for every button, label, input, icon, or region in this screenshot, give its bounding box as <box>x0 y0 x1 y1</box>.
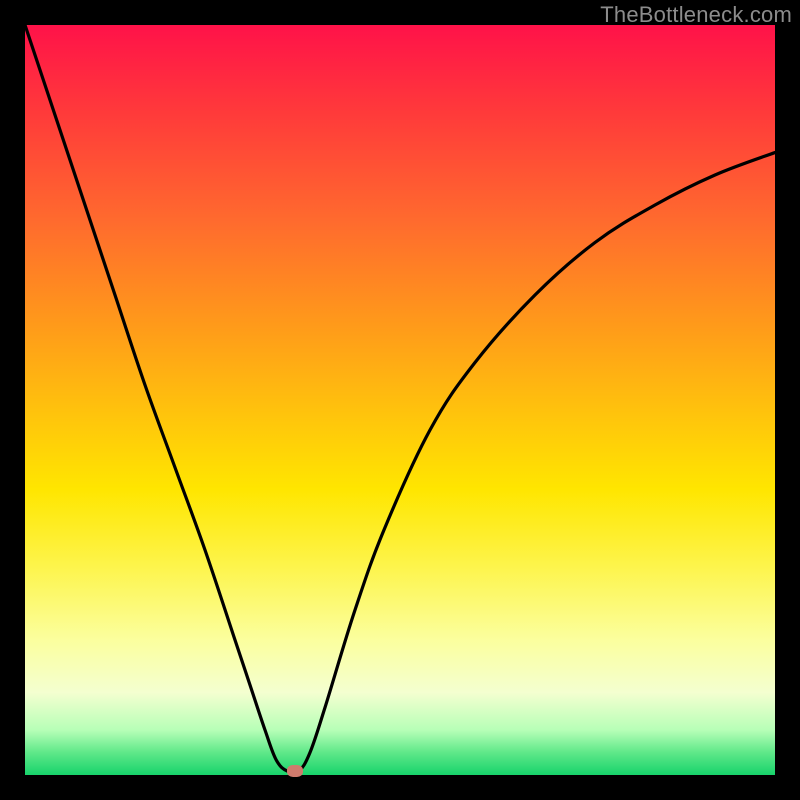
bottleneck-curve <box>25 25 775 775</box>
optimum-marker <box>287 765 303 777</box>
plot-area <box>25 25 775 775</box>
chart-frame: TheBottleneck.com <box>0 0 800 800</box>
